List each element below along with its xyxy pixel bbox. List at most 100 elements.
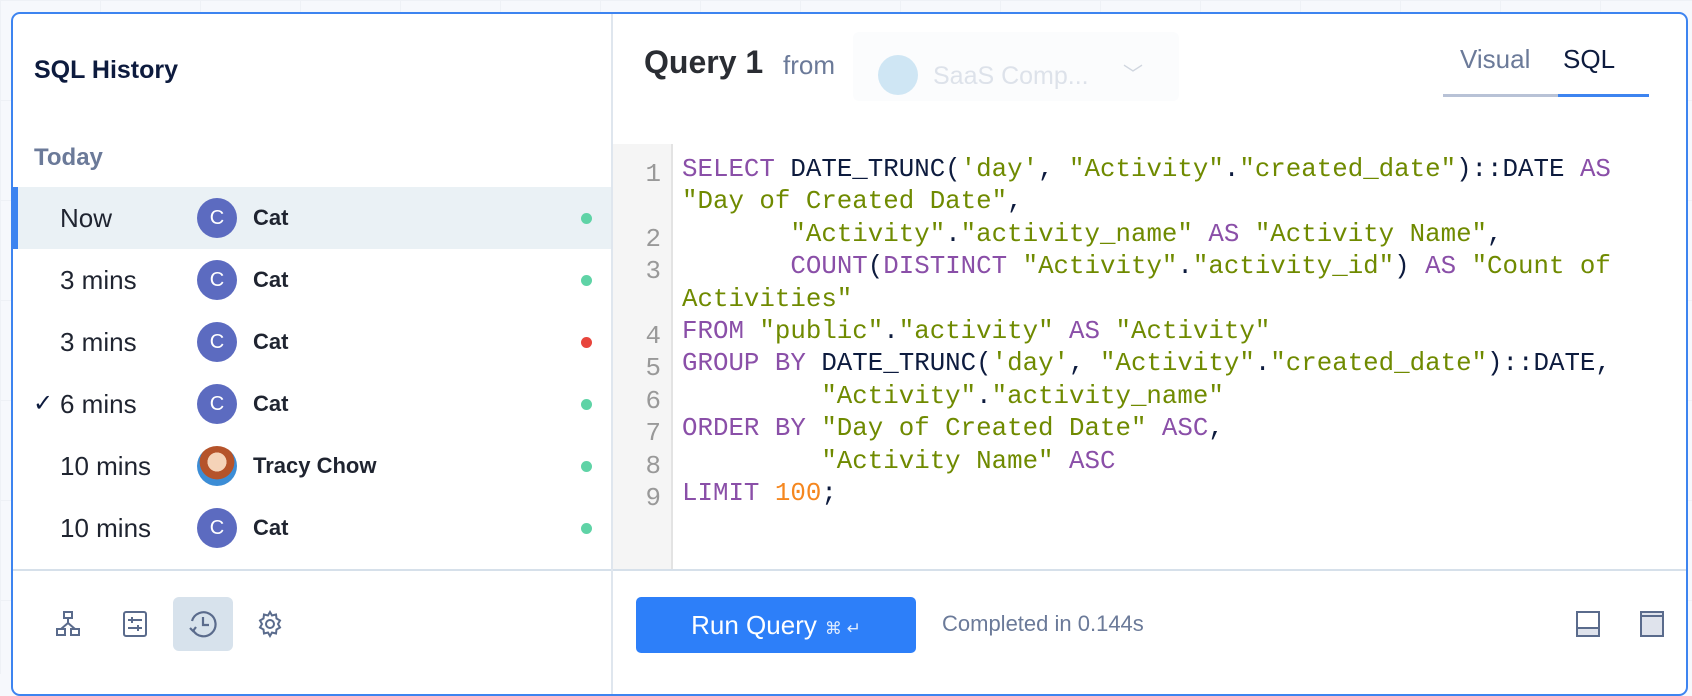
status-dot (581, 337, 592, 348)
datasource-dropdown[interactable]: SaaS Comp... ﹀ (853, 32, 1179, 101)
code-token: , (1038, 155, 1070, 184)
history-item[interactable]: ✓ 6 mins C Cat (13, 373, 611, 435)
code-token: COUNT (790, 252, 868, 282)
code-token: AS (1069, 316, 1116, 346)
tab-visual[interactable]: Visual (1460, 44, 1530, 75)
code-token: 'day' (991, 349, 1070, 379)
schema-icon (56, 611, 80, 636)
code-line: 9 LIMIT 100; (646, 478, 1611, 513)
code-token: , (1208, 414, 1224, 444)
sql-editor-panel: SQL History Today Now C Cat 3 mins C Cat 3 min… (11, 12, 1688, 696)
query-title: Query 1 (644, 44, 764, 80)
avatar: C (197, 322, 237, 362)
code-token: ORDER BY (682, 414, 822, 444)
code-token: ; (821, 478, 837, 508)
code-token: "Day of Created Date" (682, 187, 1008, 217)
code-line: 8 "Activity Name" ASC (646, 446, 1611, 481)
history-time: 6 mins (60, 389, 137, 419)
history-user: Cat (253, 515, 289, 540)
history-group-label: Today (34, 144, 103, 171)
history-time: 3 mins (60, 265, 137, 295)
code-token: DATE_TRUNC( (821, 349, 992, 379)
datasource-label: SaaS Comp... (933, 62, 1089, 90)
line-number: 1 (645, 160, 661, 189)
code-token: , (1069, 349, 1100, 379)
schema-button[interactable] (38, 597, 98, 651)
sidebar-title: SQL History (34, 56, 179, 84)
tab-sql[interactable]: SQL (1563, 44, 1615, 75)
code-token: SELECT (682, 155, 791, 184)
code-line: Activities" (682, 284, 1611, 316)
history-user: Cat (253, 329, 289, 354)
code-content[interactable]: 1 SELECT DATE_TRUNC('day', "Activity"."cr… (646, 154, 1611, 513)
code-token: "Activity" (1069, 155, 1224, 184)
code-token: 100 (774, 478, 822, 508)
code-token: "Activity" (790, 219, 946, 249)
code-token: . (1223, 155, 1240, 184)
split-top-button[interactable] (1640, 611, 1664, 642)
split-top-icon (1640, 611, 1664, 637)
code-token: ) (1394, 252, 1426, 282)
history-time: 3 mins (60, 327, 137, 357)
active-tab-indicator (1558, 94, 1649, 97)
code-token: "created_date" (1239, 155, 1457, 184)
code-token: 'day' (960, 155, 1039, 184)
code-token: :DATE (1487, 155, 1580, 184)
code-line: 3 COUNT(DISTINCT "Activity"."activity_id… (646, 251, 1611, 286)
shortcut-hint: ⌘ ↵ (824, 618, 861, 638)
split-bottom-icon (1576, 611, 1600, 637)
checkmark-icon: ✓ (33, 390, 54, 417)
run-query-button[interactable]: Run Query ⌘ ↵ (636, 597, 916, 653)
history-item[interactable]: Now C Cat (13, 187, 611, 249)
code-token: ( (867, 252, 884, 282)
code-token: LIMIT (682, 478, 775, 508)
postgres-elephant-icon (878, 55, 918, 95)
history-button[interactable] (173, 597, 233, 651)
code-token: AS (1208, 219, 1255, 249)
split-bottom-button[interactable] (1576, 611, 1600, 642)
history-item[interactable]: 3 mins C Cat (13, 249, 611, 311)
history-item[interactable]: 10 mins Tracy Chow (13, 435, 611, 497)
code-token: GROUP BY (682, 349, 822, 379)
code-token: AS (1579, 155, 1611, 184)
code-token: "Activity" (1022, 252, 1178, 282)
divider (613, 569, 1686, 571)
query-status: Completed in 0.144s (942, 611, 1144, 636)
avatar: C (197, 260, 237, 300)
avatar: C (197, 198, 237, 238)
code-token: "created_date" (1270, 349, 1488, 379)
query-main: Query 1 from SaaS Comp... ﹀ Visual SQL 1… (613, 14, 1686, 694)
history-user: Tracy Chow (253, 453, 377, 478)
line-number: 4 (645, 321, 661, 351)
history-time: 10 mins (60, 451, 152, 481)
divider (13, 569, 611, 571)
code-token: AS (1425, 252, 1472, 282)
status-dot (581, 461, 592, 472)
avatar (197, 446, 237, 486)
code-line: 5 GROUP BY DATE_TRUNC('day', "Activity"."… (646, 348, 1611, 383)
code-token: FROM (682, 316, 760, 346)
code-line: 4 FROM "public"."activity" AS "Activity" (646, 316, 1611, 351)
line-number: 9 (645, 483, 661, 513)
code-token: ASC (1069, 446, 1116, 476)
settings-button[interactable] (240, 597, 300, 651)
code-line: 2 "Activity"."activity_name" AS "Activit… (646, 219, 1611, 254)
code-token: "Day of Created Date" (821, 414, 1162, 444)
chevron-down-icon: ﹀ (1123, 64, 1143, 86)
filters-button[interactable] (105, 597, 165, 651)
history-icon (189, 611, 217, 638)
history-item[interactable]: 3 mins C Cat (13, 311, 611, 373)
code-token: ): (1456, 155, 1488, 184)
history-user: Cat (253, 391, 289, 416)
code-token: "Activity" (1115, 316, 1271, 346)
history-item[interactable]: 10 mins C Cat (13, 497, 611, 559)
code-token: DISTINCT (883, 252, 1023, 282)
code-token: "public" (759, 316, 884, 346)
status-dot (581, 523, 592, 534)
sql-code-editor[interactable]: 1 SELECT DATE_TRUNC('day', "Activity"."cr… (613, 144, 1686, 569)
code-line: 7 ORDER BY "Day of Created Date" ASC, (646, 413, 1611, 448)
code-token: "Activity Name" (1254, 219, 1488, 249)
sql-history-sidebar: SQL History Today Now C Cat 3 mins C Cat 3 min… (13, 14, 613, 694)
